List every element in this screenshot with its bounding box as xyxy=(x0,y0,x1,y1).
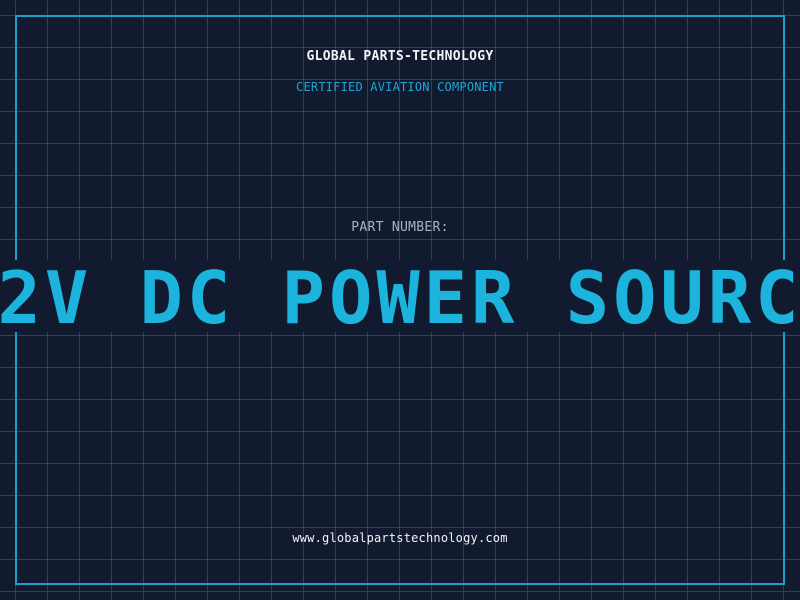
certification-tagline: CERTIFIED AVIATION COMPONENT xyxy=(296,80,504,94)
part-number-value: 12V DC POWER SOURCE xyxy=(0,256,800,340)
company-name: GLOBAL PARTS-TECHNOLOGY xyxy=(306,49,494,64)
part-number-label: PART NUMBER: xyxy=(351,220,449,235)
website-url: www.globalpartstechnology.com xyxy=(292,531,508,545)
label-card: GLOBAL PARTS-TECHNOLOGY CERTIFIED AVIATI… xyxy=(0,0,800,600)
